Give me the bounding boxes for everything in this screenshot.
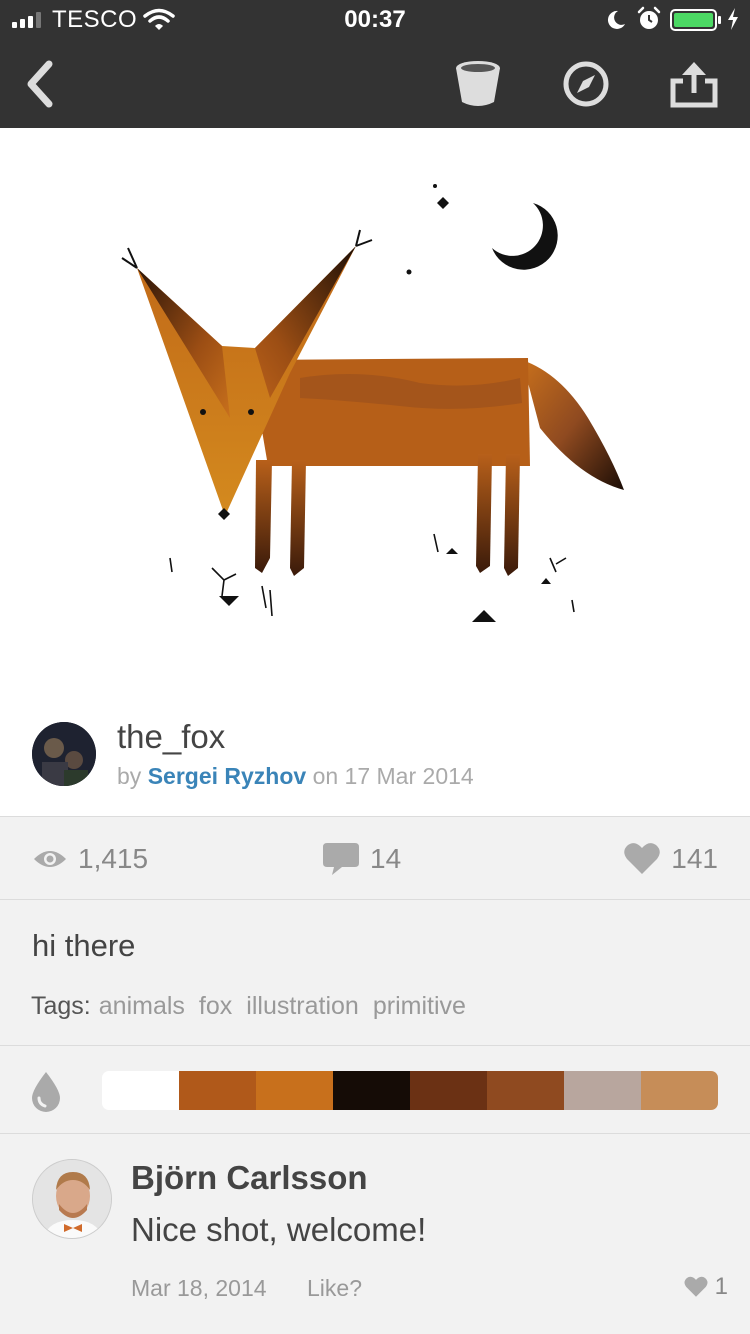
do-not-disturb-icon (607, 10, 625, 29)
description-section: hi there Tags: animals fox illustration prim… (0, 901, 750, 1046)
tag-link[interactable]: illustration (246, 992, 359, 1020)
tags-label: Tags: (31, 992, 91, 1020)
commenter-avatar[interactable] (32, 1159, 112, 1239)
shot-meta: the_fox by Sergei Ryzhov on 17 Mar 2014 (0, 693, 750, 817)
color-swatch[interactable] (256, 1071, 333, 1110)
comment-like-button[interactable]: Like? (307, 1275, 362, 1302)
color-swatch[interactable] (333, 1071, 410, 1110)
color-swatch[interactable] (410, 1071, 487, 1110)
color-swatch[interactable] (179, 1071, 256, 1110)
author-avatar[interactable] (32, 722, 96, 786)
shot-title: the_fox (117, 718, 226, 755)
commenter-name[interactable]: Björn Carlsson (131, 1159, 368, 1197)
color-swatch[interactable] (564, 1071, 641, 1110)
color-swatch[interactable] (641, 1071, 718, 1110)
shot-description: hi there (32, 928, 136, 963)
compass-icon (563, 61, 609, 107)
comment-likes-count: 1 (714, 1273, 728, 1300)
navigation-bar (0, 40, 750, 128)
alarm-icon (637, 6, 661, 29)
likes-stat[interactable]: 141 (623, 818, 718, 900)
comment-likes: 1 (683, 1273, 728, 1301)
shot-image[interactable] (0, 128, 750, 693)
share-icon (670, 62, 718, 108)
charging-icon (728, 8, 738, 30)
author-link[interactable]: Sergei Ryzhov (148, 763, 307, 789)
color-palette (102, 1071, 718, 1110)
fox-illustration (121, 184, 624, 622)
views-stat: 1,415 (32, 818, 148, 900)
comment-item: Björn Carlsson Nice shot, welcome! Mar 1… (0, 1135, 750, 1334)
comment-icon (323, 843, 359, 875)
share-button[interactable] (664, 40, 724, 128)
heart-icon (684, 1276, 708, 1297)
tags-list: Tags: animals fox illustration primitive (31, 992, 472, 1021)
color-swatch[interactable] (102, 1071, 179, 1110)
chevron-left-icon (27, 60, 53, 108)
byline: by Sergei Ryzhov on 17 Mar 2014 (117, 763, 474, 790)
comment-date: Mar 18, 2014 (131, 1275, 267, 1301)
by-prefix: by (117, 763, 142, 789)
comment-text: Nice shot, welcome! (131, 1211, 427, 1248)
comments-count: 14 (370, 843, 402, 874)
eye-icon (34, 851, 66, 867)
avatar-image (32, 722, 96, 786)
back-button[interactable] (10, 40, 70, 128)
views-count: 1,415 (78, 843, 149, 874)
bucket-icon (456, 61, 500, 106)
comments-stat[interactable]: 14 (322, 818, 401, 900)
shot-date: on 17 Mar 2014 (312, 763, 474, 789)
color-palette-section (0, 1047, 750, 1134)
color-drop-icon (32, 1072, 60, 1112)
color-swatch[interactable] (487, 1071, 564, 1110)
avatar-image (33, 1160, 111, 1238)
top-bar: TESCO 00:37 (0, 0, 750, 128)
shot-stats: 1,415 14 141 (0, 818, 750, 900)
likes-count: 141 (671, 843, 718, 874)
add-to-bucket-button[interactable] (448, 40, 508, 128)
explore-button[interactable] (556, 40, 616, 128)
battery-icon (670, 9, 721, 31)
tag-link[interactable]: fox (199, 992, 232, 1020)
tag-link[interactable]: primitive (373, 992, 466, 1020)
tag-link[interactable]: animals (99, 992, 185, 1020)
status-bar: TESCO 00:37 (0, 0, 750, 40)
heart-icon (624, 843, 661, 874)
